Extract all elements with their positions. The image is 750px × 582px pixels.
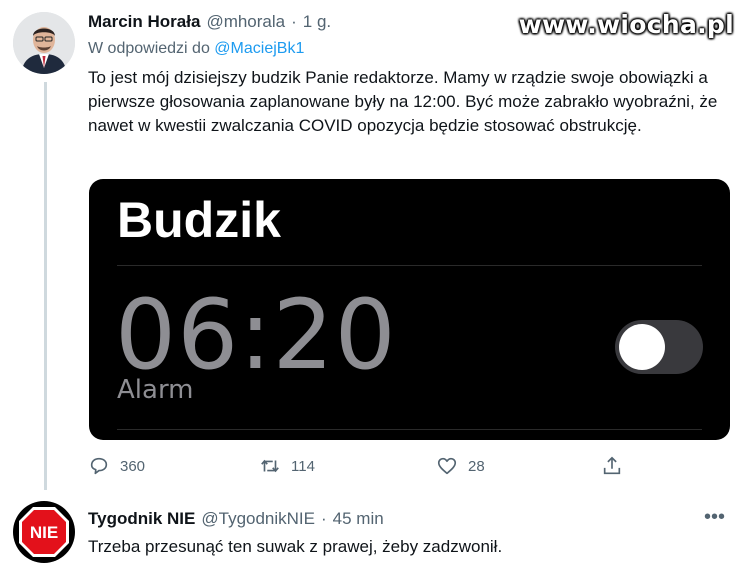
avatar-text: NIE [30,523,58,542]
like-count: 28 [468,457,485,475]
tweet-media-alarm[interactable]: Budzik 06:20 Alarm [89,179,730,440]
tweet-time[interactable]: 45 min [333,509,384,529]
separator: · [291,12,297,31]
share-button[interactable] [601,455,623,477]
share-icon [603,456,621,475]
tweet-text: To jest mój dzisiejszy budzik Panie reda… [88,68,718,135]
alarm-toggle[interactable] [615,320,703,374]
tweet-time[interactable]: 1 g. [303,12,331,32]
separator: · [321,509,327,528]
divider [117,429,702,430]
heart-icon [437,457,457,475]
toggle-knob[interactable] [619,324,665,370]
avatar[interactable] [13,12,75,74]
reply-icon [90,457,108,475]
thread-line [44,82,47,490]
retweet-button[interactable]: 114 [259,455,315,477]
nie-stop-sign-icon: NIE [19,507,69,557]
tweet-header: Tygodnik NIE @TygodnikNIE · 45 min [88,509,738,529]
tweet-actions: 360 114 28 [88,455,648,479]
tweet-tygodnik[interactable]: Tygodnik NIE @TygodnikNIE · 45 min Trzeb… [88,509,738,559]
reply-button[interactable]: 360 [88,455,145,477]
reply-count: 360 [120,457,146,475]
reply-prefix: W odpowiedzi do [88,40,210,57]
tweet-text: Trzeba przesunąć ten suwak z prawej, żeb… [88,537,503,556]
reply-to-link[interactable]: @MaciejBk1 [214,40,304,57]
divider [117,265,702,266]
author-name[interactable]: Tygodnik NIE [88,509,195,529]
like-button[interactable]: 28 [436,455,485,477]
avatar-nie[interactable]: NIE [13,501,75,563]
tweet-header: Marcin Horała @mhorala · 1 g. [88,12,738,32]
author-name[interactable]: Marcin Horała [88,12,200,32]
author-handle[interactable]: @TygodnikNIE [201,509,315,529]
more-options-icon[interactable]: ••• [704,506,725,529]
author-handle[interactable]: @mhorala [206,12,285,32]
retweet-icon [261,459,279,473]
alarm-app-title: Budzik [117,192,281,248]
tweet-marcin[interactable]: Marcin Horała @mhorala · 1 g. W odpowied… [88,12,738,138]
reply-context: W odpowiedzi do @MaciejBk1 [88,40,738,58]
person-avatar-icon [13,12,75,74]
retweet-count: 114 [291,457,315,475]
alarm-label: Alarm [117,375,194,405]
